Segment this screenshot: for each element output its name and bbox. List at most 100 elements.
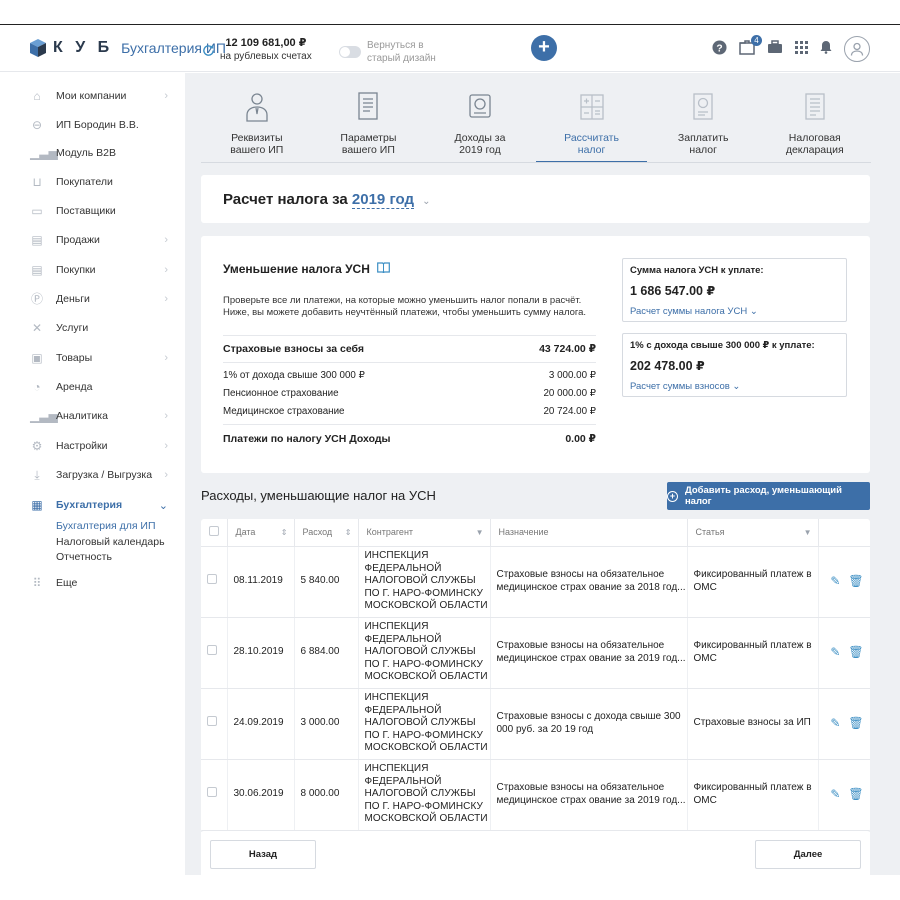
trash-icon[interactable]: 🗑 bbox=[848, 717, 863, 730]
table-row[interactable]: 24.09.2019 3 000.00 ИНСПЕКЦИЯ ФЕДЕРАЛЬНО… bbox=[201, 688, 870, 760]
sidebar-item-sales[interactable]: ▤ Продажи › bbox=[30, 230, 170, 250]
table-row[interactable]: 28.10.2019 6 884.00 ИНСПЕКЦИЯ ФЕДЕРАЛЬНО… bbox=[201, 617, 870, 689]
divider bbox=[223, 335, 596, 336]
header-icons: ? 4 bbox=[700, 34, 870, 62]
trash-icon[interactable]: 🗑 bbox=[848, 646, 863, 659]
row-select-cell[interactable] bbox=[201, 546, 228, 618]
column-header-purpose: Назначение bbox=[490, 519, 688, 547]
sidebar-item-suppliers[interactable]: ▭ Поставщики bbox=[30, 201, 170, 221]
select-all-checkbox[interactable] bbox=[209, 526, 219, 537]
add-button[interactable]: + bbox=[531, 35, 557, 61]
sidebar-item-b2b[interactable]: ▁▃▅ Модуль B2B bbox=[30, 143, 170, 163]
amount-cell: 6 884.00 bbox=[294, 617, 359, 689]
edit-icon[interactable]: ✎ bbox=[830, 646, 840, 659]
key-icon: ◔ bbox=[33, 380, 41, 394]
sort-icon[interactable]: ⇕ bbox=[345, 528, 352, 537]
row-select-cell[interactable] bbox=[201, 617, 228, 689]
amount-cell: 8 000.00 bbox=[294, 759, 359, 831]
add-expense-label: Добавить расход, уменьшающий налог bbox=[684, 485, 842, 507]
edit-icon[interactable]: ✎ bbox=[830, 717, 840, 730]
logo[interactable]: К У Б Бухгалтерия ИП bbox=[28, 38, 226, 58]
sidebar-item-label: Модуль B2B bbox=[56, 147, 116, 159]
filter-icon[interactable]: ▼ bbox=[804, 528, 812, 537]
sidebar-item-accounting[interactable]: ▦ Бухгалтерия ⌄ bbox=[30, 495, 170, 515]
chevron-down-icon[interactable]: ⌄ bbox=[422, 196, 430, 207]
column-header-amount[interactable]: Расход ⇕ bbox=[294, 519, 359, 547]
sidebar-item-ip[interactable]: ⊖ ИП Бородин В.В. bbox=[30, 115, 170, 135]
notifications-badge: 4 bbox=[751, 34, 762, 46]
table-row[interactable]: 30.06.2019 8 000.00 ИНСПЕКЦИЯ ФЕДЕРАЛЬНО… bbox=[201, 759, 870, 831]
chevron-right-icon: › bbox=[164, 264, 168, 276]
sidebar: ⌂ Мои компании › ⊖ ИП Бородин В.В. ▁▃▅ Модул… bbox=[0, 73, 185, 873]
briefcase-icon[interactable] bbox=[767, 40, 783, 58]
declaration-icon bbox=[805, 93, 825, 120]
step-requisites[interactable]: Реквизиты вашего ИП bbox=[201, 73, 313, 163]
one-percent-summary-box: 1% с дохода свыше 300 000 ₽ к уплате: 20… bbox=[622, 333, 847, 397]
row-checkbox[interactable] bbox=[207, 716, 217, 727]
contributions-calc-link[interactable]: Расчет суммы взносов ⌄ bbox=[630, 381, 839, 392]
tasks-icon[interactable]: 4 bbox=[739, 34, 762, 59]
usn-tax-calc-link[interactable]: Расчет суммы налога УСН ⌄ bbox=[630, 306, 839, 317]
table-row[interactable]: 08.11.2019 5 840.00 ИНСПЕКЦИЯ ФЕДЕРАЛЬНО… bbox=[201, 546, 870, 618]
select-all-cell[interactable] bbox=[201, 519, 228, 547]
sidebar-item-money[interactable]: Ⓟ Деньги › bbox=[30, 289, 170, 309]
trash-icon[interactable]: 🗑 bbox=[848, 575, 863, 588]
chevron-right-icon: › bbox=[164, 410, 168, 422]
step-pay[interactable]: Заплатить налог bbox=[647, 73, 759, 163]
sort-icon[interactable]: ⇕ bbox=[281, 528, 288, 537]
row-select-cell[interactable] bbox=[201, 759, 228, 831]
row-checkbox[interactable] bbox=[207, 574, 217, 585]
article-cell: Страховые взносы за ИП bbox=[687, 688, 819, 760]
sidebar-item-import-export[interactable]: ⤓ Загрузка / Выгрузка › bbox=[30, 465, 170, 485]
sidebar-item-services[interactable]: ✕ Услуги bbox=[30, 318, 170, 338]
sidebar-item-more[interactable]: ⠿ Еще bbox=[30, 573, 170, 593]
bell-icon[interactable] bbox=[820, 40, 832, 58]
sidebar-subitem-tax-calendar[interactable]: Налоговый календарь bbox=[56, 536, 165, 548]
sidebar-item-analytics[interactable]: ▁▃▅ Аналитика › bbox=[30, 406, 170, 426]
back-button[interactable]: Назад bbox=[210, 840, 316, 869]
step-income[interactable]: Доходы за 2019 год bbox=[424, 73, 536, 163]
step-declaration[interactable]: Налоговая декларация bbox=[759, 73, 871, 163]
column-header-article[interactable]: Статья ▼ bbox=[687, 519, 819, 547]
date-cell: 08.11.2019 bbox=[227, 546, 295, 618]
date-cell: 24.09.2019 bbox=[227, 688, 295, 760]
avatar[interactable] bbox=[844, 36, 870, 62]
column-header-contractor[interactable]: Контрагент ▼ bbox=[358, 519, 491, 547]
sidebar-item-settings[interactable]: ⚙ Настройки › bbox=[30, 436, 170, 456]
sidebar-item-goods[interactable]: ▣ Товары › bbox=[30, 348, 170, 368]
calc-row-pension: Пенсионное страхование 20 000.00 ₽ bbox=[223, 388, 596, 399]
book-icon[interactable] bbox=[377, 262, 390, 273]
step-label-line2: декларация bbox=[785, 144, 844, 156]
sidebar-subitem-accounting-ip[interactable]: Бухгалтерия для ИП bbox=[56, 520, 156, 532]
sidebar-item-purchases[interactable]: ▤ Покупки › bbox=[30, 260, 170, 280]
toggle-switch[interactable] bbox=[339, 46, 361, 58]
minus-circle-icon: ⊖ bbox=[31, 118, 43, 132]
help-icon[interactable]: ? bbox=[712, 39, 727, 59]
row-checkbox[interactable] bbox=[207, 787, 217, 798]
old-design-toggle[interactable]: Вернуться в старый дизайн bbox=[339, 39, 436, 65]
refresh-icon[interactable] bbox=[202, 44, 215, 57]
edit-icon[interactable]: ✎ bbox=[830, 788, 840, 801]
apps-grid-icon[interactable] bbox=[795, 40, 808, 58]
row-checkbox[interactable] bbox=[207, 645, 217, 656]
add-expense-button[interactable]: + Добавить расход, уменьшающий налог bbox=[667, 482, 870, 510]
sidebar-subitem-reports[interactable]: Отчетность bbox=[56, 551, 112, 563]
contractor-cell: ИНСПЕКЦИЯ ФЕДЕРАЛЬНОЙ НАЛОГОВОЙ СЛУЖБЫ П… bbox=[358, 759, 491, 831]
date-cell: 30.06.2019 bbox=[227, 759, 295, 831]
balance-widget[interactable]: 12 109 681,00 ₽ на рублевых счетах bbox=[202, 37, 312, 63]
sidebar-item-rent[interactable]: ◔ Аренда bbox=[30, 377, 170, 397]
sidebar-item-customers[interactable]: ⊔ Покупатели bbox=[30, 172, 170, 192]
edit-icon[interactable]: ✎ bbox=[830, 575, 840, 588]
column-header-date[interactable]: Дата ⇕ bbox=[227, 519, 295, 547]
step-calculate[interactable]: Рассчитать налог bbox=[535, 73, 648, 163]
trash-icon[interactable]: 🗑 bbox=[848, 788, 863, 801]
contractor-cell: ИНСПЕКЦИЯ ФЕДЕРАЛЬНОЙ НАЛОГОВОЙ СЛУЖБЫ П… bbox=[358, 546, 491, 618]
sidebar-item-companies[interactable]: ⌂ Мои компании › bbox=[30, 86, 170, 106]
step-label-line1: Заплатить bbox=[677, 132, 729, 144]
row-select-cell[interactable] bbox=[201, 688, 228, 760]
sidebar-item-label: Мои компании bbox=[56, 90, 127, 102]
year-select[interactable]: 2019 год bbox=[351, 191, 414, 209]
next-button[interactable]: Далее bbox=[755, 840, 861, 869]
step-parameters[interactable]: Параметры вашего ИП bbox=[313, 73, 425, 163]
filter-icon[interactable]: ▼ bbox=[476, 528, 484, 537]
